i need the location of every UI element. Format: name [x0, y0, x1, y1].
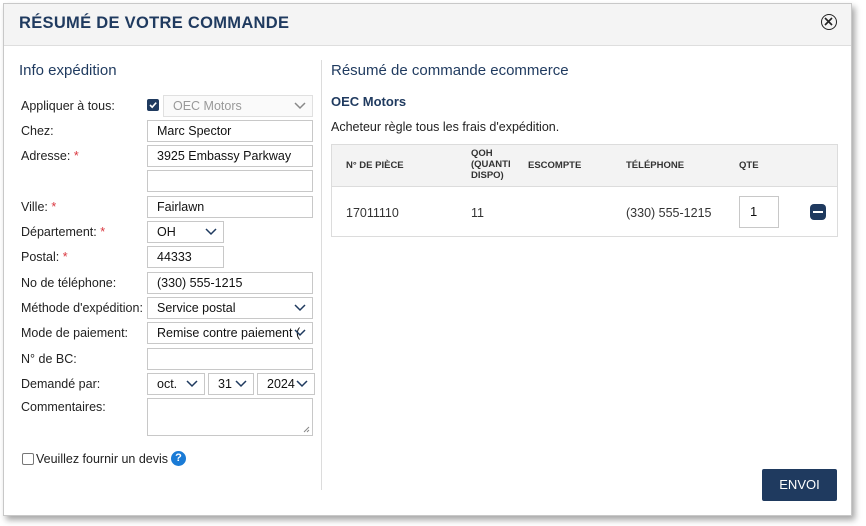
- requested-year-value: 2024: [267, 377, 295, 391]
- requested-year-select[interactable]: 2024: [257, 373, 315, 395]
- question-icon[interactable]: ?: [171, 451, 186, 466]
- chevron-down-icon: [235, 380, 247, 388]
- dialog-header: RÉSUMÉ DE VOTRE COMMANDE: [4, 4, 851, 46]
- col-qoh: QOH (QUANTI DISPO): [471, 148, 511, 181]
- row-part-number: 17011110: [346, 206, 399, 220]
- vendor-name: OEC Motors: [331, 94, 407, 109]
- requested-day-select[interactable]: 31: [208, 373, 254, 395]
- payment-label: Mode de paiement:: [21, 326, 129, 340]
- chevron-down-icon: [186, 380, 198, 388]
- shipping-note: Acheteur règle tous les frais d'expéditi…: [331, 120, 560, 134]
- checkmark-icon: [149, 102, 157, 109]
- chevron-down-icon: [294, 304, 306, 312]
- ship-method-select[interactable]: Service postal: [147, 297, 313, 319]
- order-summary-dialog: RÉSUMÉ DE VOTRE COMMANDE Info expédition…: [3, 3, 852, 516]
- state-select[interactable]: OH: [147, 221, 224, 243]
- chevron-down-icon: [294, 329, 306, 337]
- po-input[interactable]: [147, 348, 313, 370]
- state-label: Département: *: [21, 225, 106, 239]
- requested-day-value: 31: [218, 377, 232, 391]
- col-phone: TÉLÉPHONE: [626, 160, 685, 171]
- apply-all-select-value: OEC Motors: [173, 99, 242, 113]
- chez-label: Chez:: [21, 124, 54, 138]
- col-part-number: N° DE PIÈCE: [346, 160, 404, 171]
- chez-input[interactable]: Marc Spector: [147, 120, 313, 142]
- city-input[interactable]: Fairlawn: [147, 196, 313, 218]
- order-table: N° DE PIÈCE QOH (QUANTI DISPO) ESCOMPTE …: [331, 144, 838, 237]
- address-label: Adresse: *: [21, 149, 79, 163]
- table-header: N° DE PIÈCE QOH (QUANTI DISPO) ESCOMPTE …: [332, 145, 837, 187]
- submit-button[interactable]: ENVOI: [762, 469, 837, 501]
- chevron-down-icon: [205, 228, 217, 236]
- phone-label: No de téléphone:: [21, 276, 117, 290]
- close-icon: [824, 17, 833, 26]
- apply-all-checkbox[interactable]: [147, 99, 159, 111]
- remove-item-button[interactable]: [810, 204, 826, 220]
- close-button[interactable]: [821, 14, 837, 30]
- requested-month-select[interactable]: oct.: [147, 373, 205, 395]
- requested-month-value: oct.: [157, 377, 178, 391]
- address-line1-input[interactable]: 3925 Embassy Parkway: [147, 145, 313, 167]
- postal-label: Postal: *: [21, 250, 68, 264]
- apply-all-label: Appliquer à tous:: [21, 99, 115, 113]
- payment-select[interactable]: Remise contre paiement (: [147, 322, 313, 344]
- col-discount: ESCOMPTE: [528, 160, 582, 171]
- dialog-title: RÉSUMÉ DE VOTRE COMMANDE: [19, 14, 290, 32]
- address-line2-input[interactable]: [147, 170, 313, 192]
- postal-input[interactable]: 44333: [147, 246, 224, 268]
- quote-label: Veuillez fournir un devis: [36, 452, 169, 466]
- row-phone: (330) 555-1215: [626, 206, 712, 220]
- column-divider: [321, 60, 322, 490]
- resize-grip-icon[interactable]: [303, 426, 310, 433]
- apply-all-select[interactable]: OEC Motors: [163, 95, 313, 117]
- col-qty: QTE: [739, 160, 759, 171]
- ship-method-label: Méthode d'expédition:: [21, 301, 143, 315]
- shipping-section-title: Info expédition: [19, 62, 117, 79]
- row-qoh: 11: [471, 206, 484, 220]
- payment-select-value: Remise contre paiement (: [157, 326, 301, 340]
- quantity-input[interactable]: 1: [739, 196, 779, 228]
- comments-textarea[interactable]: [147, 398, 313, 436]
- comments-label: Commentaires:: [21, 400, 106, 414]
- phone-input[interactable]: (330) 555-1215: [147, 272, 313, 294]
- state-select-value: OH: [157, 225, 176, 239]
- chevron-down-icon: [294, 102, 306, 110]
- chevron-down-icon: [296, 380, 308, 388]
- po-label: N° de BC:: [21, 352, 77, 366]
- quote-checkbox[interactable]: [22, 453, 34, 465]
- summary-section-title: Résumé de commande ecommerce: [331, 62, 569, 79]
- requested-by-label: Demandé par:: [21, 377, 101, 391]
- ship-method-select-value: Service postal: [157, 301, 236, 315]
- city-label: Ville: *: [21, 200, 57, 214]
